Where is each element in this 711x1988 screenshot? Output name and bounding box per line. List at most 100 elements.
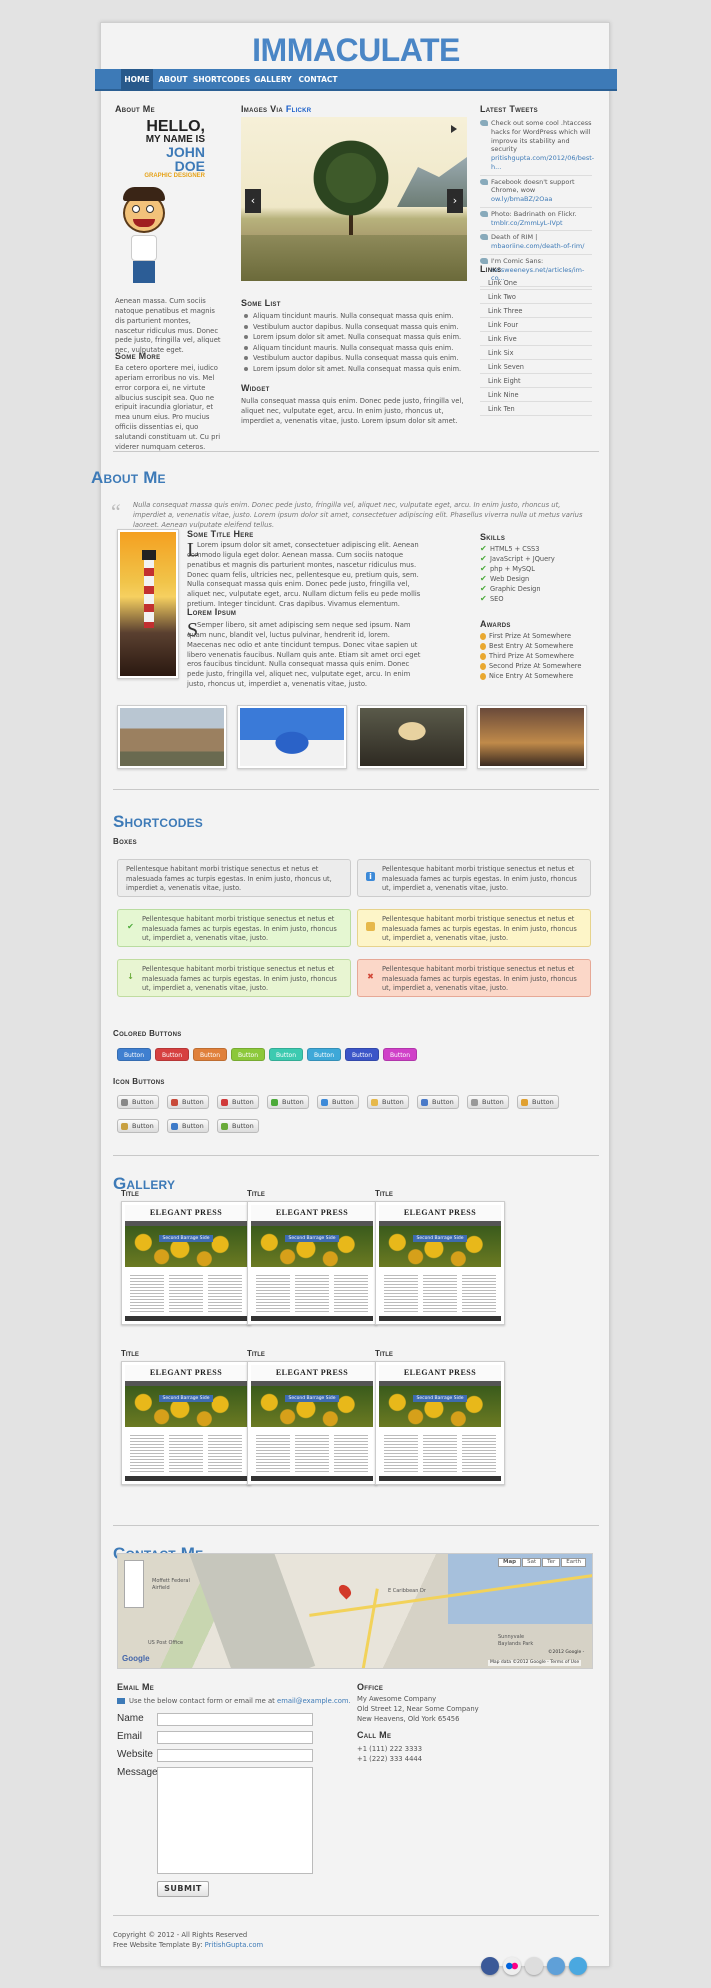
nav-shortcodes[interactable]: SHORTCODES: [193, 69, 250, 91]
credit-link[interactable]: PritishGupta.com: [205, 1941, 263, 1949]
pencil-icon: [121, 1123, 128, 1130]
medal-icon: [480, 632, 486, 640]
user-button[interactable]: Button: [517, 1095, 559, 1109]
gallery-thumbnail[interactable]: ELEGANT PRESS Second Barrage Side: [247, 1201, 377, 1325]
mail-button[interactable]: Button: [467, 1095, 509, 1109]
box-download: ↓ Pellentesque habitant morbi tristique s…: [117, 959, 351, 997]
about-para-1: Lorem ipsum dolor sit amet, consectetuer…: [187, 541, 421, 609]
colored-button[interactable]: Button: [269, 1048, 303, 1061]
map-footer[interactable]: Map data ©2012 Google - Terms of Use: [488, 1660, 582, 1667]
map-type-sat[interactable]: Sat: [522, 1558, 542, 1567]
some-list: Aliquam tincidunt mauris. Nulla consequa…: [241, 312, 467, 375]
list-item: Lorem ipsum dolor sit amet. Nulla conseq…: [241, 333, 467, 344]
submit-button[interactable]: SUBMIT: [157, 1881, 209, 1897]
email-input[interactable]: [157, 1731, 313, 1744]
info-button[interactable]: Button: [317, 1095, 359, 1109]
gallery-thumbnail[interactable]: ELEGANT PRESS Second Barrage Side: [375, 1361, 505, 1485]
colored-button[interactable]: Button: [345, 1048, 379, 1061]
photo-santorini[interactable]: [237, 705, 347, 769]
button-label: Button: [232, 1098, 254, 1106]
message-textarea[interactable]: [157, 1767, 313, 1874]
map-type-map[interactable]: Map: [498, 1558, 522, 1567]
link-item[interactable]: Link Four: [480, 318, 592, 332]
thumb-header: ELEGANT PRESS: [125, 1205, 247, 1221]
name-input[interactable]: [157, 1713, 313, 1726]
link-item[interactable]: Link One: [480, 276, 592, 290]
thumb-preview: ELEGANT PRESS Second Barrage Side: [379, 1205, 501, 1321]
divider: [113, 1915, 599, 1916]
link-item[interactable]: Link Two: [480, 290, 592, 304]
gallery-thumbnail[interactable]: ELEGANT PRESS Second Barrage Side: [121, 1361, 251, 1485]
flickr-icon[interactable]: [503, 1957, 521, 1975]
button-label: Button: [182, 1098, 204, 1106]
colored-button[interactable]: Button: [193, 1048, 227, 1061]
linkedin-icon[interactable]: [525, 1957, 543, 1975]
link-item[interactable]: Link Seven: [480, 360, 592, 374]
wrench-button[interactable]: Button: [117, 1095, 159, 1109]
download-button[interactable]: Button: [217, 1119, 259, 1133]
gallery-thumbnail[interactable]: ELEGANT PRESS Second Barrage Side: [247, 1361, 377, 1485]
photo-palace[interactable]: [117, 705, 227, 769]
colored-button[interactable]: Button: [231, 1048, 265, 1061]
google-map[interactable]: Moffett Federal Airfield Sunnyvale Bayla…: [117, 1553, 593, 1669]
tweet-link[interactable]: tmblr.co/ZmmLyL-IVpt: [491, 219, 563, 227]
photo-arch[interactable]: [357, 705, 467, 769]
tweet-link[interactable]: ow.ly/bmaBZ/2Oaa: [491, 195, 552, 203]
thumb-sunflowers: [251, 1386, 373, 1427]
website-input[interactable]: [157, 1749, 313, 1762]
play-icon[interactable]: [451, 125, 457, 133]
site-logo[interactable]: IMMACULATE: [101, 29, 611, 72]
character-eye: [132, 205, 140, 213]
pencil-button[interactable]: Button: [117, 1119, 159, 1133]
link-item[interactable]: Link Six: [480, 346, 592, 360]
email-label: Email: [117, 1731, 143, 1742]
link-item[interactable]: Link Ten: [480, 402, 592, 416]
box-text: Pellentesque habitant morbi tristique se…: [126, 865, 332, 893]
list-item: Lorem ipsum dolor sit amet. Nulla conseq…: [241, 365, 467, 376]
map-type-earth[interactable]: Earth: [561, 1558, 586, 1567]
tweet-link[interactable]: pritishgupta.com/2012/06/best-h...: [491, 154, 594, 171]
warning-button[interactable]: Button: [367, 1095, 409, 1109]
link-item[interactable]: Link Three: [480, 304, 592, 318]
colored-button[interactable]: Button: [307, 1048, 341, 1061]
colored-button[interactable]: Button: [383, 1048, 417, 1061]
website-label: Website: [117, 1749, 153, 1760]
link-item[interactable]: Link Eight: [480, 374, 592, 388]
users-button[interactable]: Button: [417, 1095, 459, 1109]
thumb-preview: ELEGANT PRESS Second Barrage Side: [379, 1365, 501, 1481]
google-icon[interactable]: [547, 1957, 565, 1975]
nav-gallery[interactable]: GALLERY: [251, 69, 295, 91]
map-type-ter[interactable]: Ter: [542, 1558, 561, 1567]
office-address: My Awesome Company Old Street 12, Near S…: [357, 1695, 507, 1725]
thumb-ribbon: Second Barrage Side: [159, 1395, 213, 1402]
tweet-link[interactable]: mbaoriine.com/death-of-rim/: [491, 242, 584, 250]
gallery-thumbnail[interactable]: ELEGANT PRESS Second Barrage Side: [375, 1201, 505, 1325]
upload-button[interactable]: Button: [167, 1119, 209, 1133]
badge-name: JOHN DOE: [166, 144, 205, 174]
twitter-icon[interactable]: [569, 1957, 587, 1975]
link-item[interactable]: Link Five: [480, 332, 592, 346]
nav-about[interactable]: ABOUT: [155, 69, 191, 91]
about-widget-text: Aenean massa. Cum sociis natoque penatib…: [115, 297, 221, 355]
flickr-slider-image[interactable]: ‹ ›: [241, 117, 467, 281]
character-body: [131, 235, 157, 261]
skill-item: ✔ JavaScript + JQuery: [480, 555, 592, 565]
chevron-right-icon[interactable]: ›: [447, 189, 463, 213]
email-link[interactable]: email@example.com.: [277, 1697, 351, 1705]
chat-button[interactable]: Button: [167, 1095, 209, 1109]
award-label: Nice Entry At Somewhere: [489, 672, 574, 680]
quote-icon: “: [111, 499, 121, 524]
nav-contact[interactable]: CONTACT: [297, 69, 339, 91]
colored-button[interactable]: Button: [155, 1048, 189, 1061]
colored-button[interactable]: Button: [117, 1048, 151, 1061]
chevron-left-icon[interactable]: ‹: [245, 189, 261, 213]
check-button[interactable]: Button: [267, 1095, 309, 1109]
nav-home[interactable]: HOME: [121, 69, 153, 91]
link-item[interactable]: Link Nine: [480, 388, 592, 402]
map-zoom-control[interactable]: [124, 1560, 144, 1608]
delete-button[interactable]: Button: [217, 1095, 259, 1109]
facebook-icon[interactable]: [481, 1957, 499, 1975]
gallery-thumbnail[interactable]: ELEGANT PRESS Second Barrage Side: [121, 1201, 251, 1325]
flickr-brand: Flickr: [285, 104, 312, 114]
photo-bridge[interactable]: [477, 705, 587, 769]
